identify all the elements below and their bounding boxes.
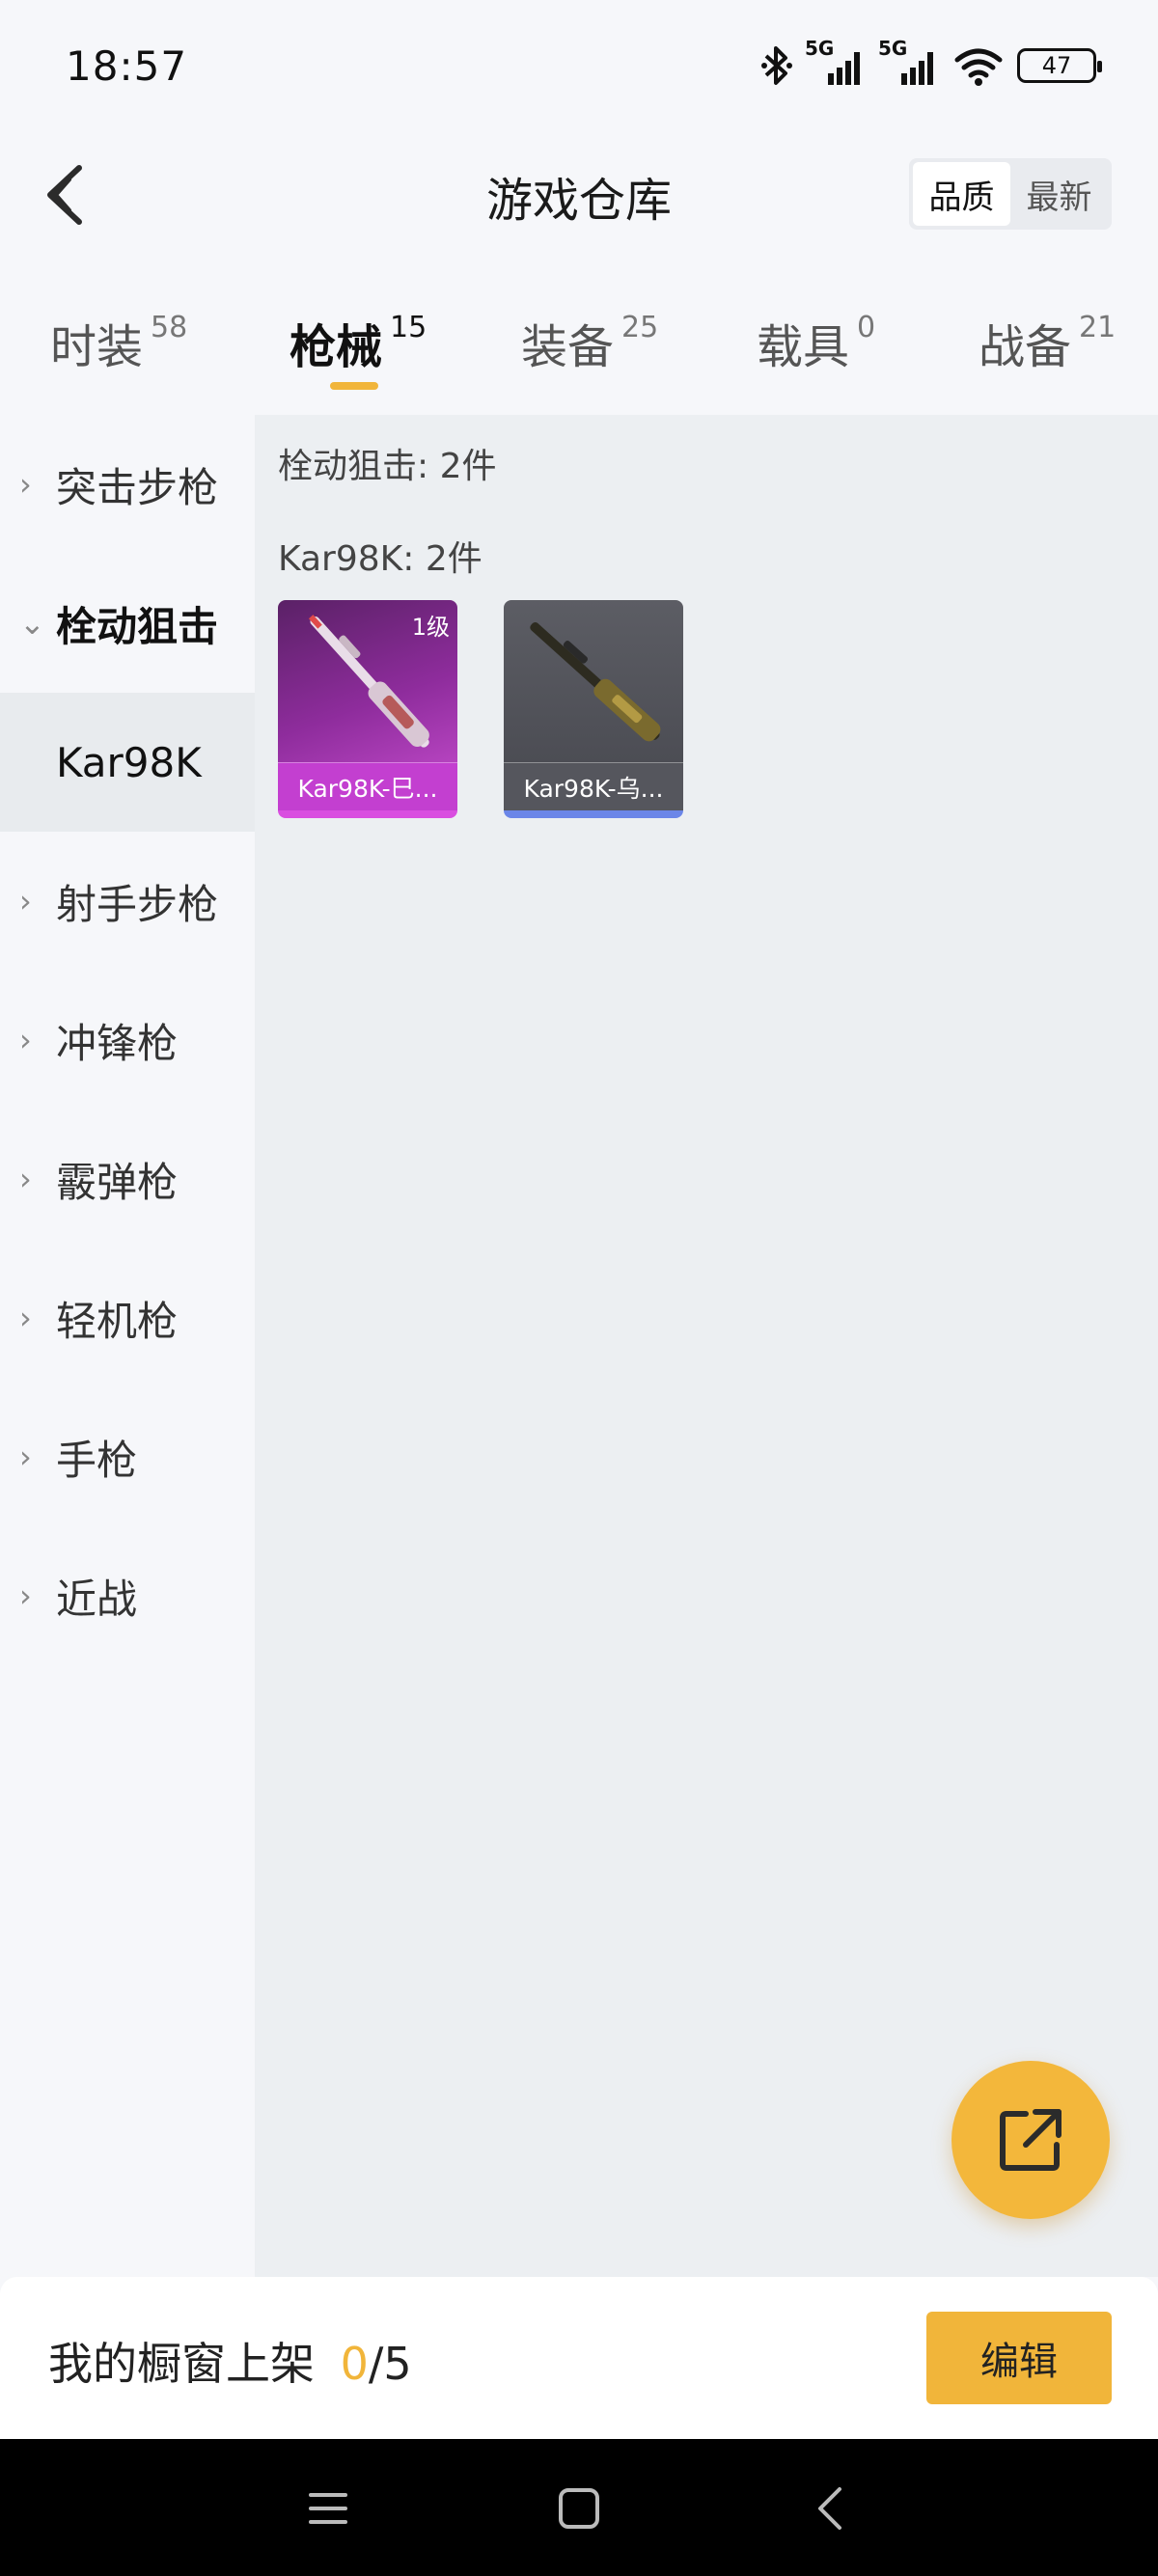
sidebar-item-label: 手枪 bbox=[56, 1436, 138, 1484]
tab-count: 15 bbox=[390, 311, 427, 344]
tab-count: 21 bbox=[1079, 311, 1117, 344]
sidebar-item-pistol[interactable]: › 手枪 bbox=[0, 1387, 255, 1526]
sidebar-item-label: 霰弹枪 bbox=[56, 1158, 179, 1206]
share-icon bbox=[1000, 2109, 1062, 2171]
sidebar-subitem-kar98k[interactable]: Kar98K bbox=[0, 693, 255, 832]
chevron-right-icon: › bbox=[19, 1161, 32, 1197]
bluetooth-icon bbox=[760, 44, 793, 87]
sidebar-item-label: 栓动狙击 bbox=[56, 602, 219, 650]
signal-icon: 5G bbox=[805, 37, 867, 87]
chevron-right-icon: › bbox=[19, 1022, 32, 1058]
sidebar-item-assault-rifle[interactable]: › 突击步枪 bbox=[0, 415, 255, 554]
home-button[interactable] bbox=[550, 2480, 608, 2537]
sidebar-item-lmg[interactable]: › 轻机枪 bbox=[0, 1248, 255, 1387]
item-thumbnail bbox=[504, 600, 683, 762]
tab-label: 战备 bbox=[979, 320, 1072, 374]
tab-count: 0 bbox=[857, 311, 876, 344]
sidebar: › 突击步枪 ⌄ 栓动狙击 Kar98K › 射手步枪 › 冲锋枪 › 霰弹枪 … bbox=[0, 415, 255, 2277]
quality-bar bbox=[278, 810, 457, 818]
tab-fashion[interactable]: 时装 58 bbox=[50, 309, 187, 376]
sidebar-item-label: 近战 bbox=[56, 1575, 138, 1623]
system-nav-bar bbox=[0, 2439, 1158, 2576]
tab-label: 时装 bbox=[50, 320, 144, 374]
sidebar-item-shotgun[interactable]: › 霰弹枪 bbox=[0, 1110, 255, 1248]
tab-label: 枪械 bbox=[290, 320, 383, 374]
tab-label: 装备 bbox=[521, 320, 615, 374]
sidebar-item-marksman-rifle[interactable]: › 射手步枪 bbox=[0, 832, 255, 971]
sidebar-item-label: 突击步枪 bbox=[56, 463, 219, 511]
signal-icon: 5G bbox=[878, 37, 940, 87]
active-tab-indicator bbox=[330, 382, 378, 390]
item-card[interactable]: 1级 Kar98K-巳... bbox=[278, 600, 457, 818]
sidebar-item-melee[interactable]: › 近战 bbox=[0, 1526, 255, 1665]
battery-icon: 47 bbox=[1017, 48, 1102, 83]
item-level: 1级 bbox=[411, 614, 450, 641]
showcase-label: 我的橱窗上架 0/5 bbox=[48, 2329, 412, 2393]
category-tabs: 时装 58 枪械 15 装备 25 载具 0 战备 21 bbox=[0, 289, 1158, 396]
share-button[interactable] bbox=[951, 2061, 1110, 2219]
edit-button[interactable]: 编辑 bbox=[926, 2312, 1112, 2404]
status-icons: 5G 5G 47 bbox=[760, 37, 1102, 89]
tab-label: 载具 bbox=[757, 320, 850, 374]
tab-count: 58 bbox=[151, 311, 188, 344]
group-heading: Kar98K: 2件 bbox=[278, 539, 482, 579]
system-back-button[interactable] bbox=[801, 2480, 859, 2537]
showcase-total: /5 bbox=[368, 2338, 412, 2390]
wifi-icon bbox=[953, 44, 1004, 87]
sidebar-item-label: 射手步枪 bbox=[56, 880, 219, 928]
sidebar-item-bolt-sniper[interactable]: ⌄ 栓动狙击 bbox=[0, 554, 255, 693]
status-time: 18:57 bbox=[66, 42, 188, 90]
home-icon bbox=[559, 2488, 599, 2529]
sidebar-item-label: 轻机枪 bbox=[56, 1297, 179, 1345]
sidebar-item-smg[interactable]: › 冲锋枪 bbox=[0, 971, 255, 1110]
sort-option-latest[interactable]: 最新 bbox=[1010, 162, 1108, 226]
sidebar-item-label: 冲锋枪 bbox=[56, 1019, 179, 1067]
chevron-right-icon: › bbox=[19, 466, 32, 503]
item-name: Kar98K-乌... bbox=[504, 762, 683, 810]
status-bar: 18:57 5G 5G 47 bbox=[0, 0, 1158, 135]
showcase-count: 0 bbox=[340, 2338, 369, 2390]
showcase-title: 我的橱窗上架 bbox=[48, 2338, 315, 2390]
item-name: Kar98K-巳... bbox=[278, 762, 457, 810]
chevron-right-icon: › bbox=[19, 1439, 32, 1475]
item-card[interactable]: Kar98K-乌... bbox=[504, 600, 683, 818]
chevron-down-icon: ⌄ bbox=[19, 605, 45, 642]
back-icon bbox=[818, 2487, 841, 2530]
showcase-bar: 我的橱窗上架 0/5 编辑 bbox=[0, 2277, 1158, 2439]
network-type-label: 5G bbox=[805, 37, 835, 60]
network-type-label: 5G bbox=[878, 37, 908, 60]
quality-bar bbox=[504, 810, 683, 818]
menu-icon bbox=[309, 2493, 347, 2524]
chevron-right-icon: › bbox=[19, 883, 32, 919]
item-content: 栓动狙击: 2件 Kar98K: 2件 1级 Kar98K-巳... Kar98… bbox=[255, 415, 1158, 2277]
header: 游戏仓库 品质 最新 bbox=[0, 135, 1158, 251]
sort-toggle: 品质 最新 bbox=[909, 158, 1112, 230]
tab-count: 25 bbox=[621, 311, 659, 344]
item-thumbnail: 1级 bbox=[278, 600, 457, 762]
chevron-right-icon: › bbox=[19, 1300, 32, 1336]
tab-supplies[interactable]: 战备 21 bbox=[979, 309, 1116, 376]
menu-button[interactable] bbox=[299, 2480, 357, 2537]
sort-option-quality[interactable]: 品质 bbox=[913, 162, 1010, 226]
category-heading: 栓动狙击: 2件 bbox=[278, 447, 497, 486]
chevron-right-icon: › bbox=[19, 1577, 32, 1614]
tab-firearms[interactable]: 枪械 15 bbox=[290, 309, 427, 376]
tab-vehicles[interactable]: 载具 0 bbox=[757, 309, 875, 376]
tab-equipment[interactable]: 装备 25 bbox=[521, 309, 658, 376]
